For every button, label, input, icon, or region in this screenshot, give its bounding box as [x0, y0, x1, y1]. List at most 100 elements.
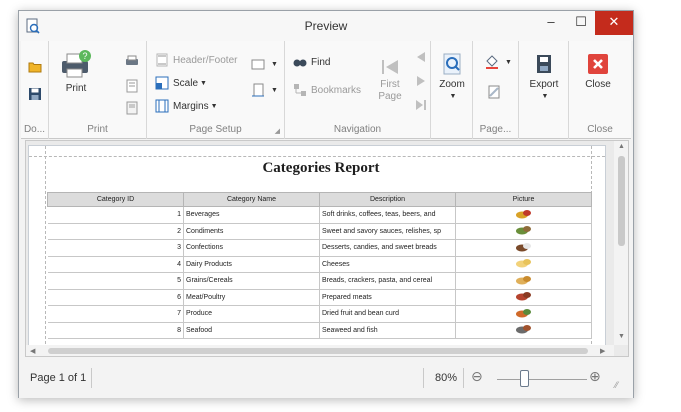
export-button[interactable]: Export ▼	[523, 53, 565, 103]
picture-cell	[455, 289, 592, 306]
print-preview-icon[interactable]	[125, 79, 139, 93]
header-footer-button[interactable]: Header/Footer	[155, 51, 237, 69]
margins-dropdown[interactable]: Margins ▼	[155, 97, 218, 115]
zoom-percentage[interactable]: 80%	[435, 372, 457, 384]
ribbon-group-close: Close Close	[569, 41, 631, 139]
table-row: 7 Produce Dried fruit and bean curd	[47, 305, 592, 323]
group-label-navigation: Navigation	[333, 124, 382, 135]
ribbon-group-zoom: Zoom ▼	[431, 41, 473, 139]
paint-bucket-icon	[486, 55, 498, 69]
margins-icon	[155, 99, 169, 113]
column-header: Category Name	[183, 192, 320, 207]
page-indicator: Page 1 of 1	[30, 372, 87, 384]
save-icon[interactable]	[28, 87, 42, 101]
zoom-slider-thumb[interactable]	[520, 370, 529, 387]
picture-cell	[455, 239, 592, 257]
page-setup-dialog-icon[interactable]	[125, 101, 139, 115]
table-row: 1 Beverages Soft drinks, coffees, teas, be…	[47, 206, 592, 224]
column-header: Picture	[455, 192, 592, 207]
bookmarks-label: Bookmarks	[311, 84, 362, 96]
scale-dropdown[interactable]: Scale ▼	[155, 74, 207, 92]
picture-cell	[455, 322, 592, 339]
last-page-icon[interactable]	[415, 99, 427, 111]
find-button[interactable]: Find	[293, 53, 330, 71]
orientation-dropdown[interactable]: ▼	[251, 55, 278, 73]
first-page-label: First Page	[378, 79, 402, 102]
horizontal-scrollbar[interactable]: ◀ ▶	[26, 345, 614, 356]
status-separator	[91, 368, 92, 388]
document-viewport[interactable]: Categories Report Category ID Category N…	[25, 140, 629, 357]
column-header: Category ID	[47, 192, 184, 207]
bookmarks-button[interactable]: Bookmarks	[293, 81, 361, 99]
margin-guide-left	[45, 146, 46, 356]
zoom-out-icon[interactable]: ⊖	[471, 368, 483, 385]
first-page-button[interactable]: First Page	[373, 59, 407, 103]
header-footer-icon	[156, 53, 168, 67]
description-cell: Soft drinks, coffees, teas, beers, and	[319, 206, 456, 224]
previous-page-icon[interactable]	[415, 51, 427, 63]
column-header: Description	[319, 192, 456, 207]
scroll-up-icon[interactable]: ▲	[618, 143, 625, 150]
paper-size-dropdown[interactable]: ▼	[251, 81, 278, 99]
scroll-down-icon[interactable]: ▼	[618, 333, 625, 340]
title-bar[interactable]: Preview – ☐ ✕	[19, 11, 633, 41]
category-name-cell: Confections	[183, 239, 320, 257]
category-name-cell: Produce	[183, 305, 320, 323]
category-name-cell: Dairy Products	[183, 256, 320, 273]
scale-label: Scale	[173, 77, 199, 89]
printer-icon: ?	[62, 50, 91, 78]
vertical-scroll-thumb[interactable]	[618, 156, 625, 246]
watermark-icon[interactable]	[487, 85, 501, 99]
category-id-cell: 5	[47, 272, 184, 290]
margins-label: Margins	[173, 100, 209, 112]
find-label: Find	[311, 56, 331, 68]
svg-text:?: ?	[82, 51, 87, 61]
report-table: Category ID Category Name Description Pi…	[47, 192, 592, 339]
vertical-scrollbar[interactable]: ▲ ▼	[614, 141, 628, 345]
quick-print-icon[interactable]	[125, 55, 139, 67]
category-id-cell: 1	[47, 206, 184, 224]
maximize-button[interactable]: ☐	[566, 11, 596, 35]
bookmarks-icon	[294, 84, 306, 96]
category-id-cell: 7	[47, 305, 184, 323]
ribbon: Do... ? Print Print Header/Footer Scale …	[21, 41, 631, 139]
category-picture	[515, 292, 531, 301]
category-picture	[515, 259, 531, 268]
horizontal-scroll-thumb[interactable]	[48, 348, 588, 354]
ribbon-group-print: ? Print Print	[49, 41, 147, 139]
group-label-page-setup: Page Setup	[189, 124, 242, 135]
table-row: 8 Seafood Seaweed and fish	[47, 322, 592, 339]
report-title: Categories Report	[262, 160, 380, 176]
print-label: Print	[65, 83, 87, 94]
open-folder-icon[interactable]	[28, 61, 42, 73]
next-page-icon[interactable]	[415, 75, 427, 87]
description-cell: Desserts, candies, and sweet breads	[319, 239, 456, 257]
chevron-down-icon: ▼	[449, 93, 457, 100]
margin-guide-top	[29, 156, 605, 157]
dialog-launcher-icon[interactable]: ◢	[275, 127, 280, 135]
close-window-button[interactable]: ✕	[595, 11, 633, 35]
status-bar: Page 1 of 1 80% ⊖ ⊕ ⁄⁄	[19, 358, 633, 398]
status-separator	[463, 368, 464, 388]
category-id-cell: 3	[47, 239, 184, 257]
zoom-in-icon[interactable]: ⊕	[589, 368, 601, 385]
minimize-button[interactable]: –	[536, 11, 566, 35]
category-picture	[515, 325, 531, 334]
chevron-down-icon: ▼	[200, 79, 207, 87]
close-preview-button[interactable]: Close	[581, 53, 615, 91]
category-id-cell: 4	[47, 256, 184, 273]
zoom-button[interactable]: Zoom ▼	[435, 53, 469, 103]
status-separator	[423, 368, 424, 388]
resize-grip-icon[interactable]: ⁄⁄	[615, 380, 618, 390]
binoculars-icon	[293, 59, 307, 67]
picture-cell	[455, 305, 592, 323]
print-button[interactable]: ? Print	[55, 49, 97, 95]
close-icon	[588, 54, 608, 74]
magnifier-icon	[443, 53, 461, 75]
zoom-slider-track[interactable]	[497, 379, 587, 380]
picture-cell	[455, 256, 592, 273]
scroll-right-icon[interactable]: ▶	[600, 347, 605, 355]
page-color-dropdown[interactable]: ▼	[485, 53, 512, 71]
ribbon-group-page-setup: Header/Footer Scale ▼ Margins ▼ ▼ ▼ Page…	[147, 41, 285, 139]
scroll-left-icon[interactable]: ◀	[30, 347, 35, 355]
